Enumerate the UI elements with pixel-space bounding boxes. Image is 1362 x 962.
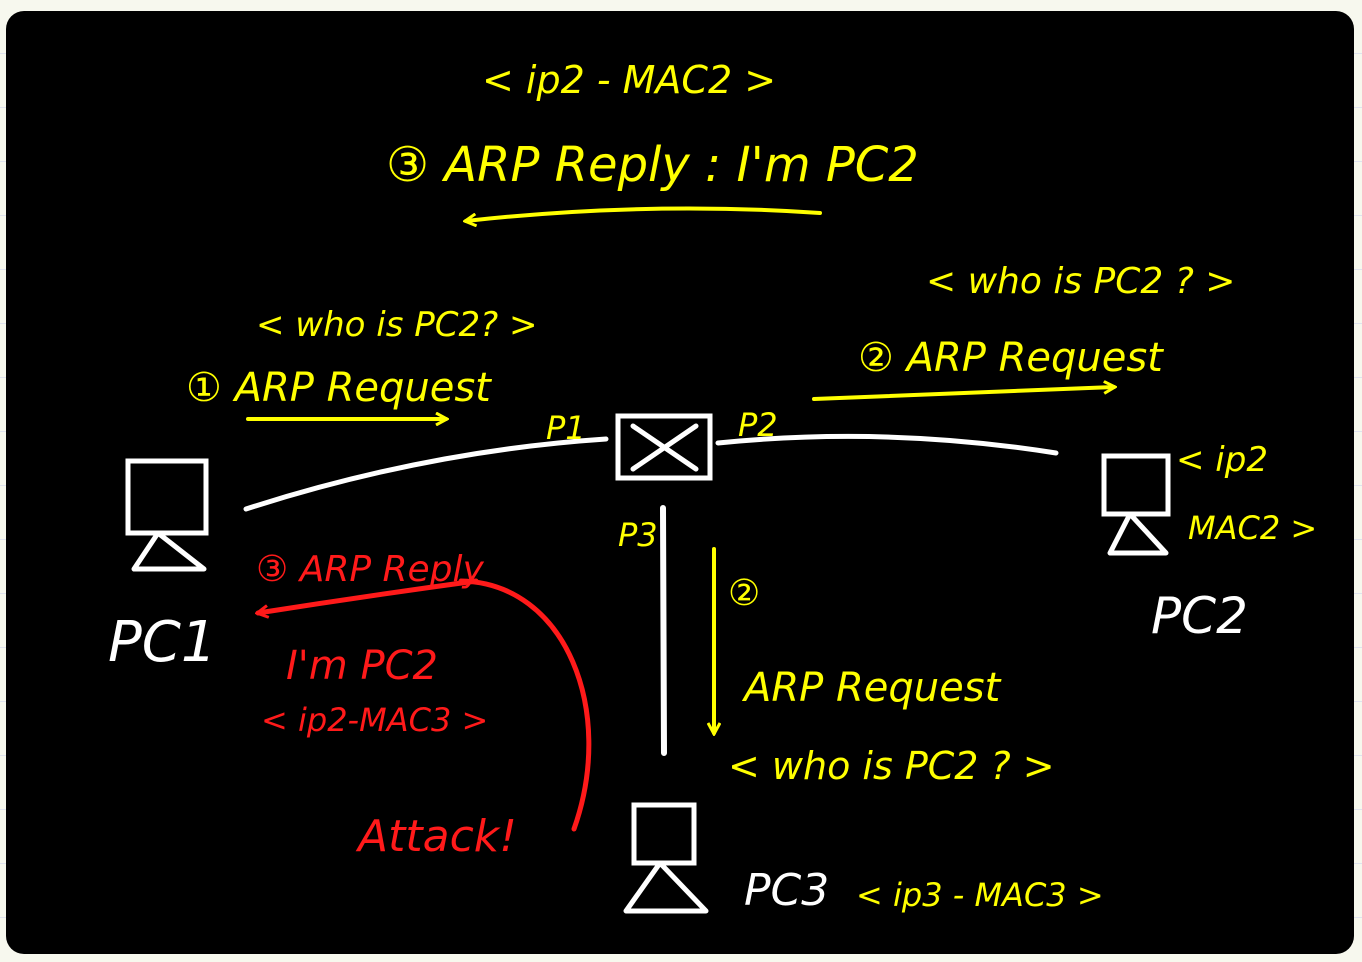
- port-p1-label: P1: [546, 409, 586, 447]
- step2-down-num: ②: [728, 573, 760, 614]
- pc1-computer-icon: [125, 458, 209, 572]
- pc3-label: PC3: [744, 865, 829, 916]
- step2-right-payload: < who is PC2 ? >: [926, 261, 1235, 302]
- step3-top-arrow: [466, 206, 822, 222]
- arp-spoofing-diagram: PC1 PC2 PC3 P1 P2 P3 < who is PC2? > ① A…: [108, 58, 1317, 916]
- port-p3-label: P3: [618, 516, 658, 554]
- pc2-binding-line2: MAC2 >: [1188, 509, 1317, 547]
- step3-attack-label: ③ ARP Reply: [256, 549, 485, 590]
- step1-payload: < who is PC2? >: [256, 305, 537, 345]
- step2-right-arrow: [812, 387, 1114, 401]
- step3-top-payload: < ip2 - MAC2 >: [482, 58, 776, 102]
- step3-attack-payload: < ip2-MAC3 >: [261, 701, 488, 739]
- step3-top-label: ③ ARP Reply : I'm PC2: [386, 137, 919, 193]
- step3-attack-claim: I'm PC2: [286, 643, 438, 689]
- pc2-binding-line1: < ip2: [1176, 440, 1268, 480]
- pc3-binding: < ip3 - MAC3 >: [856, 876, 1104, 914]
- link-switch-pc3: [660, 505, 667, 756]
- switch-icon: [615, 413, 713, 481]
- pc1-label: PC1: [108, 610, 217, 675]
- step1-label: ① ARP Request: [186, 365, 492, 411]
- pc2-computer-icon: [1101, 453, 1171, 556]
- attack-label: Attack!: [355, 811, 517, 862]
- pc2-label: PC2: [1151, 587, 1248, 645]
- diagram-canvas: PC1 PC2 PC3 P1 P2 P3 < who is PC2? > ① A…: [6, 11, 1354, 954]
- step2-down-label: ARP Request: [741, 665, 1002, 711]
- link-pc1-switch: [243, 436, 609, 512]
- port-p2-label: P2: [738, 406, 778, 444]
- step2-down-payload: < who is PC2 ? >: [728, 744, 1055, 788]
- step2-right-label: ② ARP Request: [858, 335, 1164, 381]
- pc3-computer-icon: [623, 802, 709, 914]
